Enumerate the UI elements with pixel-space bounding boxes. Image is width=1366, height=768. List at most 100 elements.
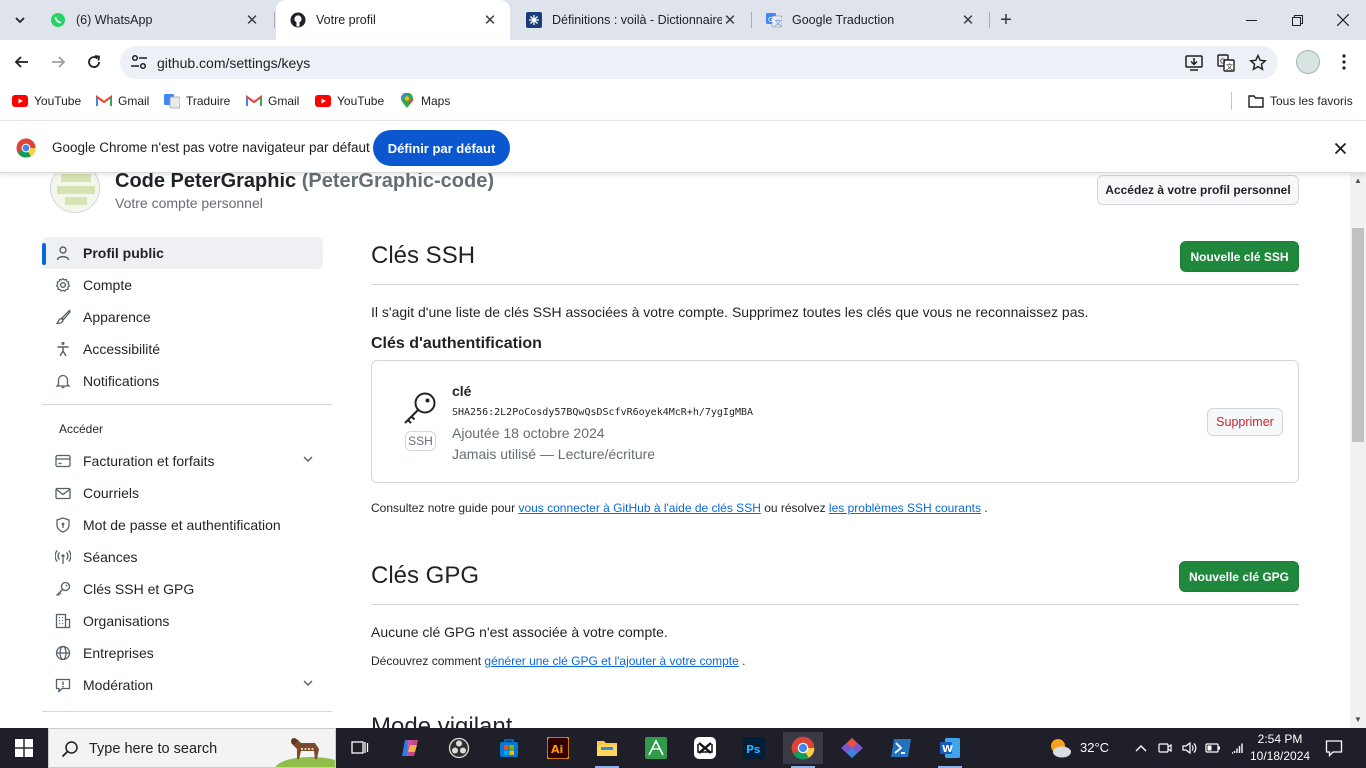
sidebar-item-public-profile[interactable]: Profil public (42, 237, 323, 269)
minimize-button[interactable] (1228, 0, 1274, 40)
scrollbar-thumb[interactable] (1352, 228, 1364, 442)
sidebar-item-emails[interactable]: Courriels (42, 477, 332, 509)
taskbar-app-powershell[interactable] (881, 732, 921, 764)
browser-toolbar: github.com/settings/keys G文 (0, 40, 1366, 84)
sidebar-item-organizations[interactable]: Organisations (42, 605, 332, 637)
profile-avatar[interactable] (1296, 50, 1320, 74)
taskbar-app-green[interactable] (636, 732, 676, 764)
infobar-close-button[interactable] (1330, 138, 1350, 158)
avatar[interactable] (50, 173, 100, 213)
new-ssh-key-button[interactable]: Nouvelle clé SSH (1180, 241, 1299, 272)
task-view-button[interactable] (340, 732, 380, 764)
delete-ssh-key-button[interactable]: Supprimer (1207, 408, 1283, 436)
start-button[interactable] (0, 728, 48, 768)
sidebar-divider (42, 404, 332, 405)
close-window-button[interactable] (1320, 0, 1366, 40)
sidebar-item-appearance[interactable]: Apparence (42, 301, 332, 333)
taskbar-search-box[interactable]: Type here to search (48, 728, 336, 768)
volume-icon[interactable] (1181, 740, 1197, 756)
go-to-profile-button[interactable]: Accédez à votre profil personnel (1097, 175, 1299, 205)
sidebar-item-accessibility[interactable]: Accessibilité (42, 333, 332, 365)
more-vertical-icon (1342, 54, 1346, 70)
meet-now-icon[interactable] (1157, 740, 1173, 756)
chevron-down-icon[interactable] (302, 453, 314, 465)
svg-text:文: 文 (1226, 62, 1233, 71)
tab-close-icon[interactable]: ✕ (722, 12, 738, 29)
taskbar-app-file-explorer[interactable] (587, 732, 627, 768)
sidebar-item-enterprises[interactable]: Entreprises (42, 637, 332, 669)
new-tab-button[interactable]: + (994, 8, 1018, 32)
wifi-icon[interactable] (1229, 740, 1245, 756)
taskbar-app-copilot[interactable] (390, 732, 430, 764)
translate-page-icon[interactable]: G文 (1216, 54, 1236, 72)
scroll-down-icon[interactable]: ▼ (1354, 716, 1362, 724)
bookmarks-separator (1231, 92, 1232, 110)
tab-close-icon[interactable]: ✕ (482, 12, 498, 29)
weather-icon[interactable] (1046, 736, 1074, 760)
page-scrollbar[interactable]: ▲ ▼ (1350, 173, 1366, 728)
sidebar-item-sessions[interactable]: Séances (42, 541, 332, 573)
sidebar-item-billing[interactable]: Facturation et forfaits (42, 445, 332, 477)
taskbar-app-git[interactable] (832, 732, 872, 764)
tab-close-icon[interactable]: ✕ (244, 12, 260, 29)
taskbar-app-photoshop[interactable]: Ps (734, 732, 774, 764)
forward-button[interactable] (44, 48, 72, 76)
taskbar-app-chrome[interactable] (783, 732, 823, 768)
ssh-connect-guide-link[interactable]: vous connecter à GitHub à l'aide de clés… (518, 501, 760, 515)
star-icon[interactable] (1248, 54, 1268, 72)
sidebar-item-moderation[interactable]: Modération (42, 669, 332, 701)
reload-button[interactable] (80, 48, 108, 76)
taskbar-app-capcut[interactable] (685, 732, 725, 764)
sidebar-item-notifications[interactable]: Notifications (42, 365, 332, 397)
ssh-guide-text: Consultez notre guide pour vous connecte… (371, 501, 988, 515)
gpg-empty-text: Aucune clé GPG n'est associée à votre co… (371, 624, 668, 640)
bookmark-traduire[interactable]: Traduire (164, 92, 230, 110)
tab-close-icon[interactable]: ✕ (960, 12, 976, 29)
chrome-menu-button[interactable] (1334, 50, 1354, 74)
back-button[interactable] (8, 48, 36, 76)
sidebar-divider (42, 711, 332, 712)
bookmark-label: YouTube (337, 94, 385, 108)
restore-button[interactable] (1274, 0, 1320, 40)
sidebar-item-password-auth[interactable]: Mot de passe et authentification (42, 509, 332, 541)
account-login[interactable]: (PeterGraphic-code) (302, 173, 494, 192)
install-app-icon[interactable] (1184, 54, 1204, 72)
site-settings-icon[interactable] (130, 54, 148, 70)
weather-temperature[interactable]: 32°C (1080, 740, 1109, 755)
git-gui-icon (840, 737, 864, 759)
address-bar[interactable]: github.com/settings/keys G文 (120, 46, 1278, 79)
ssh-troubleshoot-link[interactable]: les problèmes SSH courants (829, 501, 981, 515)
sidebar-item-account[interactable]: Compte (42, 269, 332, 301)
chevron-down-icon[interactable] (302, 677, 314, 689)
tab-dictionnaire[interactable]: Définitions : voilà - Dictionnaire ✕ (512, 0, 750, 40)
bookmark-maps[interactable]: Maps (399, 92, 450, 110)
tab-github-profile[interactable]: Votre profil ✕ (276, 0, 510, 40)
close-icon (1334, 142, 1346, 154)
taskbar-app-store[interactable] (489, 732, 529, 764)
ssh-key-title: clé (452, 383, 472, 399)
new-gpg-key-button[interactable]: Nouvelle clé GPG (1179, 561, 1299, 592)
sidebar-item-label: Mot de passe et authentification (83, 517, 281, 533)
taskbar-app-obs[interactable] (439, 732, 479, 764)
gpg-generate-guide-link[interactable]: générer une clé GPG et l'ajouter à votre… (484, 654, 738, 668)
sidebar-item-ssh-gpg-keys[interactable]: Clés SSH et GPG (42, 573, 332, 605)
system-clock[interactable]: 2:54 PM 10/18/2024 (1250, 731, 1310, 765)
bookmark-youtube[interactable]: YouTube (12, 92, 81, 110)
tab-whatsapp[interactable]: (6) WhatsApp ✕ (36, 0, 272, 40)
tab-google-traduction[interactable]: G文 Google Traduction ✕ (752, 0, 988, 40)
gpg-learn-suffix: . (742, 654, 746, 668)
set-default-button[interactable]: Définir par défaut (373, 130, 510, 166)
ssh-guide-prefix: Consultez notre guide pour (371, 501, 516, 515)
tab-search-button[interactable] (6, 6, 34, 34)
bookmark-gmail[interactable]: Gmail (246, 92, 299, 110)
battery-icon[interactable] (1205, 740, 1221, 756)
scroll-up-icon[interactable]: ▲ (1354, 177, 1362, 185)
chevron-up-icon[interactable] (1133, 740, 1149, 756)
taskbar-app-word[interactable]: W (930, 732, 970, 768)
notification-center-icon[interactable] (1325, 739, 1343, 757)
bookmark-gmail[interactable]: Gmail (96, 92, 149, 110)
bookmark-youtube[interactable]: YouTube (315, 92, 384, 110)
all-bookmarks-button[interactable]: Tous les favoris (1248, 92, 1353, 110)
infobar-message: Google Chrome n'est pas votre navigateur… (52, 140, 370, 155)
taskbar-app-illustrator[interactable]: Ai (538, 732, 578, 764)
